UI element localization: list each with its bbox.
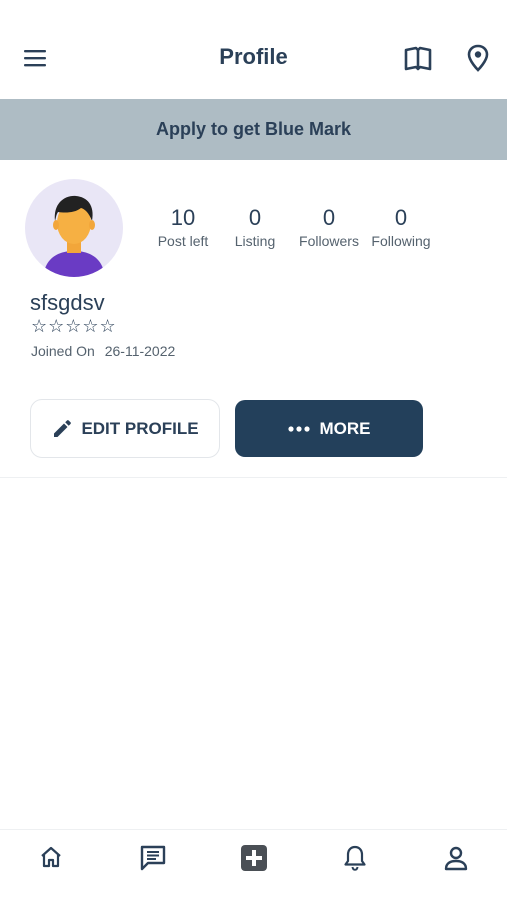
stat-label: Following [371,233,431,249]
profile-icon[interactable] [442,844,472,874]
stat-value: 0 [248,205,262,230]
joined-label: Joined On [31,343,95,359]
top-app-bar: Profile [0,0,507,99]
stat-listing[interactable]: 0 Listing [215,205,295,249]
edit-profile-button[interactable]: EDIT PROFILE [30,399,220,458]
rating-stars: ☆☆☆☆☆ [31,316,117,336]
stat-label: Listing [234,233,276,249]
more-button[interactable]: MORE [235,400,423,457]
stat-value: 0 [322,205,336,230]
location-pin-icon[interactable] [466,43,490,73]
stat-value: 0 [394,205,408,230]
ellipsis-icon [287,425,310,432]
username: sfsgdsv [30,290,105,315]
bottom-navigation [0,829,507,900]
more-label: MORE [319,418,371,438]
apply-blue-mark-banner[interactable]: Apply to get Blue Mark [0,99,507,160]
banner-text: Apply to get Blue Mark [155,119,352,139]
section-divider [0,477,507,478]
user-avatar-icon[interactable] [25,179,123,277]
map-book-icon[interactable] [403,45,433,73]
stat-followers[interactable]: 0 Followers [289,205,369,249]
joined-date: Joined On 26-11-2022 [31,343,175,359]
bell-icon[interactable] [342,844,372,874]
joined-value: 26-11-2022 [104,343,176,359]
stat-following[interactable]: 0 Following [361,205,441,249]
pencil-icon [54,419,72,437]
stat-posts-left[interactable]: 10 Post left [143,205,223,249]
stat-label: Post left [157,233,209,249]
stat-value: 10 [170,205,196,230]
chat-icon[interactable] [139,844,169,874]
edit-profile-label: EDIT PROFILE [81,418,199,438]
add-post-icon[interactable] [240,844,270,874]
stat-label: Followers [299,233,359,249]
home-icon[interactable] [38,844,68,874]
